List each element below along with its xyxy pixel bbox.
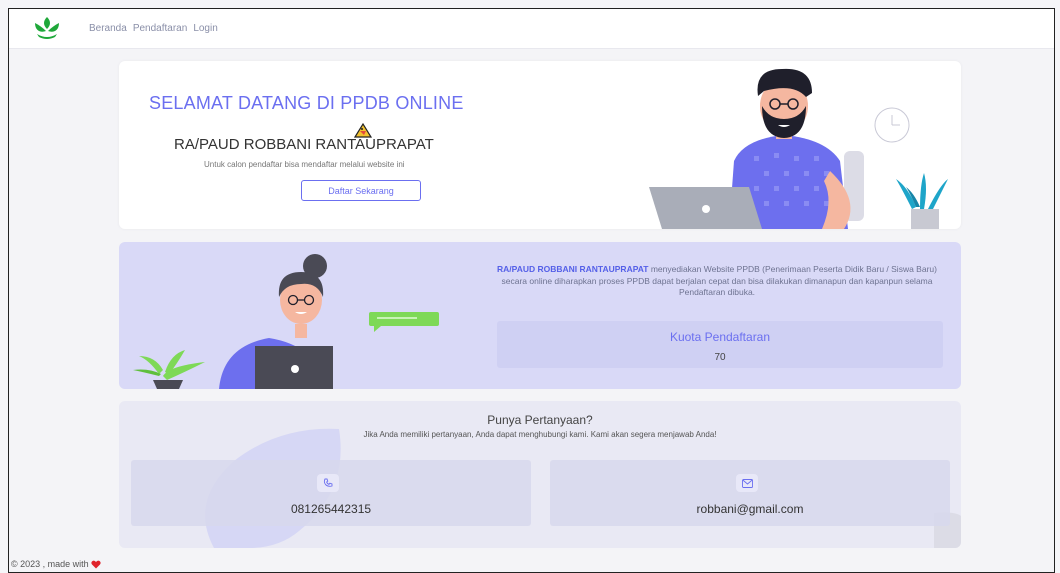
email-address: robbani@gmail.com [696, 502, 804, 516]
quota-label: Kuota Pendaftaran [669, 330, 771, 344]
daftar-sekarang-button[interactable]: Daftar Sekarang [301, 180, 421, 201]
hero-card: SELAMAT DATANG DI PPDB ONLINE RA/PAUD RO… [119, 61, 961, 229]
contact-title: Punya Pertanyaan? [487, 413, 593, 427]
hero-title: SELAMAT DATANG DI PPDB ONLINE [149, 93, 464, 113]
woman-laptop-illustration [133, 254, 439, 389]
hero-description: Untuk calon pendaftar bisa mendaftar mel… [204, 160, 405, 169]
contact-card: Punya Pertanyaan? Jika Anda memiliki per… [119, 401, 961, 548]
nav-link-login[interactable]: Login [193, 23, 217, 34]
footer: © 2023 , made with [9, 559, 101, 569]
hero-school-name: RA/PAUD ROBBANI RANTAUPRAPAT [174, 136, 434, 153]
quota-box: Kuota Pendaftaran 70 [497, 321, 943, 368]
phone-contact-box[interactable]: 081265442315 [131, 460, 531, 526]
footer-text: © 2023 , made with [11, 559, 89, 569]
heart-icon [91, 560, 101, 569]
man-laptop-illustration [649, 68, 948, 229]
mail-icon [736, 474, 758, 492]
email-contact-box[interactable]: robbani@gmail.com [550, 460, 950, 526]
logo-icon[interactable] [31, 15, 63, 41]
info-card: RA/PAUD ROBBANI RANTAUPRAPAT menyediakan… [119, 242, 961, 389]
info-description: RA/PAUD ROBBANI RANTAUPRAPAT menyediakan… [497, 264, 937, 299]
page-frame: Beranda Pendaftaran Login SELAMAT DATANG… [8, 8, 1055, 573]
info-school-name: RA/PAUD ROBBANI RANTAUPRAPAT [497, 264, 649, 274]
nav-links: Beranda Pendaftaran Login [89, 23, 218, 34]
navbar: Beranda Pendaftaran Login [9, 9, 1054, 49]
nav-link-pendaftaran[interactable]: Pendaftaran [133, 23, 188, 34]
contact-description: Jika Anda memiliki pertanyaan, Anda dapa… [363, 430, 717, 439]
quota-value: 70 [714, 352, 726, 363]
nav-link-beranda[interactable]: Beranda [89, 23, 127, 34]
phone-number: 081265442315 [290, 502, 372, 516]
phone-icon [317, 474, 339, 492]
